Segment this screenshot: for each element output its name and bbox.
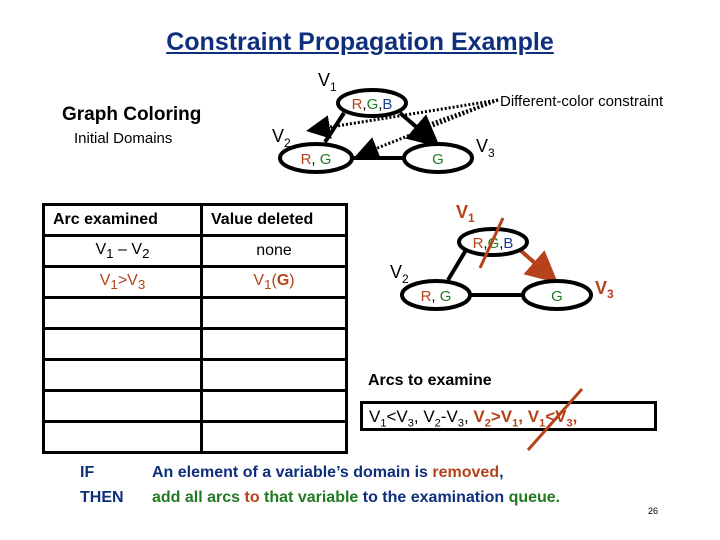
rule-condition: An element of a variable’s domain is rem… [152, 464, 504, 481]
deleted-cell: none [200, 234, 348, 268]
table-row: V1>V3 V1(G) [42, 265, 348, 299]
rule-action: add all arcs to that variable to the exa… [152, 489, 561, 506]
deleted-cell: V1(G) [200, 265, 348, 299]
header-value-deleted: Value deleted [200, 203, 348, 237]
table-row-empty [42, 358, 348, 392]
table-row-empty [42, 327, 348, 361]
table-row-empty [42, 296, 348, 330]
node-v3-domain: G [432, 151, 444, 168]
node-v3-label: V3 [476, 136, 495, 160]
bottom-node-v1-label: V1 [456, 202, 475, 225]
bottom-edge-v1-v3-highlighted [518, 248, 559, 284]
arc-cell: V1 – V2 [42, 234, 203, 268]
bottom-node-v3-label: V3 [595, 278, 614, 301]
bottom-node-v2-domain: R, G [421, 288, 452, 305]
table-header-row: Arc examined Value deleted [42, 203, 348, 237]
arcs-queue-box: V1<V3, V2-V3, V2>V1, V1<V3, [360, 401, 657, 431]
node-v2-label: V2 [272, 126, 291, 150]
node-v2-domain: R, G [301, 151, 332, 168]
arc-item: V2-V3, [423, 407, 474, 430]
table-row: V1 – V2 none [42, 234, 348, 268]
then-label: THEN [80, 489, 124, 506]
arc-item: V1<V3, [369, 407, 424, 430]
arcs-to-examine-heading: Arcs to examine [368, 372, 492, 389]
bottom-node-v2-label: V2 [390, 262, 409, 286]
strike-through-mark [526, 388, 584, 451]
node-v1-label: V1 [318, 70, 337, 94]
table-row-empty [42, 389, 348, 423]
bottom-node-v3-domain: G [551, 288, 563, 305]
bottom-edge-v1-v2 [446, 248, 468, 282]
table-row-empty [42, 420, 348, 454]
header-arc-examined: Arc examined [42, 203, 203, 237]
node-v1-domain: R,G,B [352, 96, 393, 113]
arc-cell: V1>V3 [42, 265, 203, 299]
if-label: IF [80, 464, 95, 481]
arc-examination-table: Arc examined Value deleted V1 – V2 none … [42, 203, 348, 454]
page-number: 26 [648, 506, 659, 516]
